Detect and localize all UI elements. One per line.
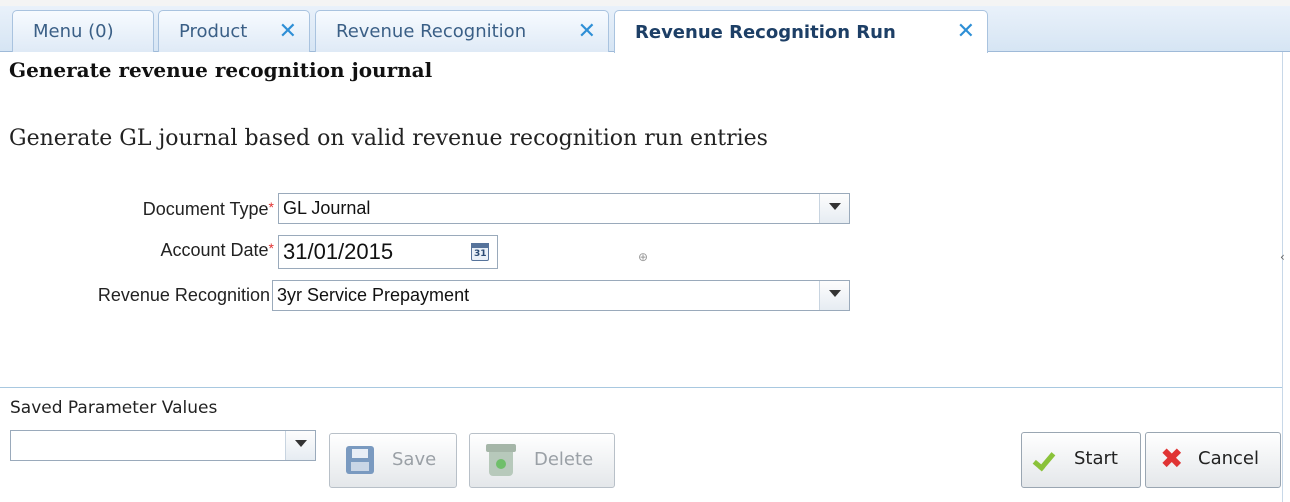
document-type-value: GL Journal <box>283 198 371 218</box>
start-button-label: Start <box>1074 448 1118 469</box>
delete-icon <box>486 444 516 476</box>
tab-revenue-recognition-run[interactable]: Revenue Recognition Run ✕ <box>614 10 988 53</box>
save-icon <box>346 446 374 474</box>
tab-label: Product <box>179 21 248 42</box>
save-button[interactable]: Save <box>329 433 457 488</box>
label-text: Document Type <box>142 199 269 219</box>
account-date-value: 31/01/2015 <box>283 239 394 264</box>
label-text: Account Date <box>160 240 269 260</box>
tab-bar: Menu (0) Product ✕ Revenue Recognition ✕… <box>0 6 1290 53</box>
delete-button[interactable]: Delete <box>469 433 615 488</box>
account-date-label: Account Date* <box>160 240 274 261</box>
revenue-recognition-label: Revenue Recognition <box>98 285 270 306</box>
saved-params-select[interactable] <box>10 430 316 461</box>
start-button[interactable]: Start <box>1021 432 1141 488</box>
calendar-day: 31 <box>474 249 487 259</box>
tab-label: Menu (0) <box>33 21 114 42</box>
cancel-button[interactable]: ✖ Cancel <box>1145 432 1281 488</box>
cancel-button-label: Cancel <box>1198 448 1259 469</box>
crosshair-icon: ⊕ <box>638 250 649 264</box>
account-date-input[interactable]: 31/01/2015 <box>278 235 498 269</box>
close-icon[interactable]: ✕ <box>957 21 975 43</box>
chevron-down-icon[interactable] <box>819 194 849 223</box>
tab-label: Revenue Recognition Run <box>635 21 896 43</box>
revenue-recognition-select[interactable]: 3yr Service Prepayment <box>272 280 850 311</box>
revenue-recognition-value: 3yr Service Prepayment <box>277 285 470 305</box>
cancel-icon: ✖ <box>1160 442 1184 475</box>
close-icon[interactable]: ✕ <box>578 21 596 43</box>
chevron-down-icon[interactable] <box>285 431 315 460</box>
edge-marker: ‹ <box>1280 250 1285 264</box>
document-type-label: Document Type* <box>143 199 274 220</box>
tab-product[interactable]: Product ✕ <box>158 10 310 52</box>
calendar-icon[interactable]: 31 <box>471 243 489 261</box>
tab-menu[interactable]: Menu (0) <box>12 10 154 52</box>
tab-revenue-recognition[interactable]: Revenue Recognition ✕ <box>315 10 609 52</box>
page-title: Generate revenue recognition journal <box>9 58 433 82</box>
close-icon[interactable]: ✕ <box>279 21 297 43</box>
delete-button-label: Delete <box>534 449 594 470</box>
saved-params-label: Saved Parameter Values <box>10 398 218 418</box>
tab-label: Revenue Recognition <box>336 21 527 42</box>
check-icon <box>1036 449 1056 463</box>
save-button-label: Save <box>392 449 437 470</box>
label-text: Revenue Recognition <box>97 285 270 305</box>
page-description: Generate GL journal based on valid reven… <box>9 126 768 151</box>
chevron-down-icon[interactable] <box>819 281 849 310</box>
document-type-select[interactable]: GL Journal <box>278 193 850 224</box>
required-mark: * <box>268 240 274 256</box>
right-border <box>1282 52 1283 502</box>
divider <box>0 387 1282 388</box>
required-mark: * <box>268 199 274 215</box>
